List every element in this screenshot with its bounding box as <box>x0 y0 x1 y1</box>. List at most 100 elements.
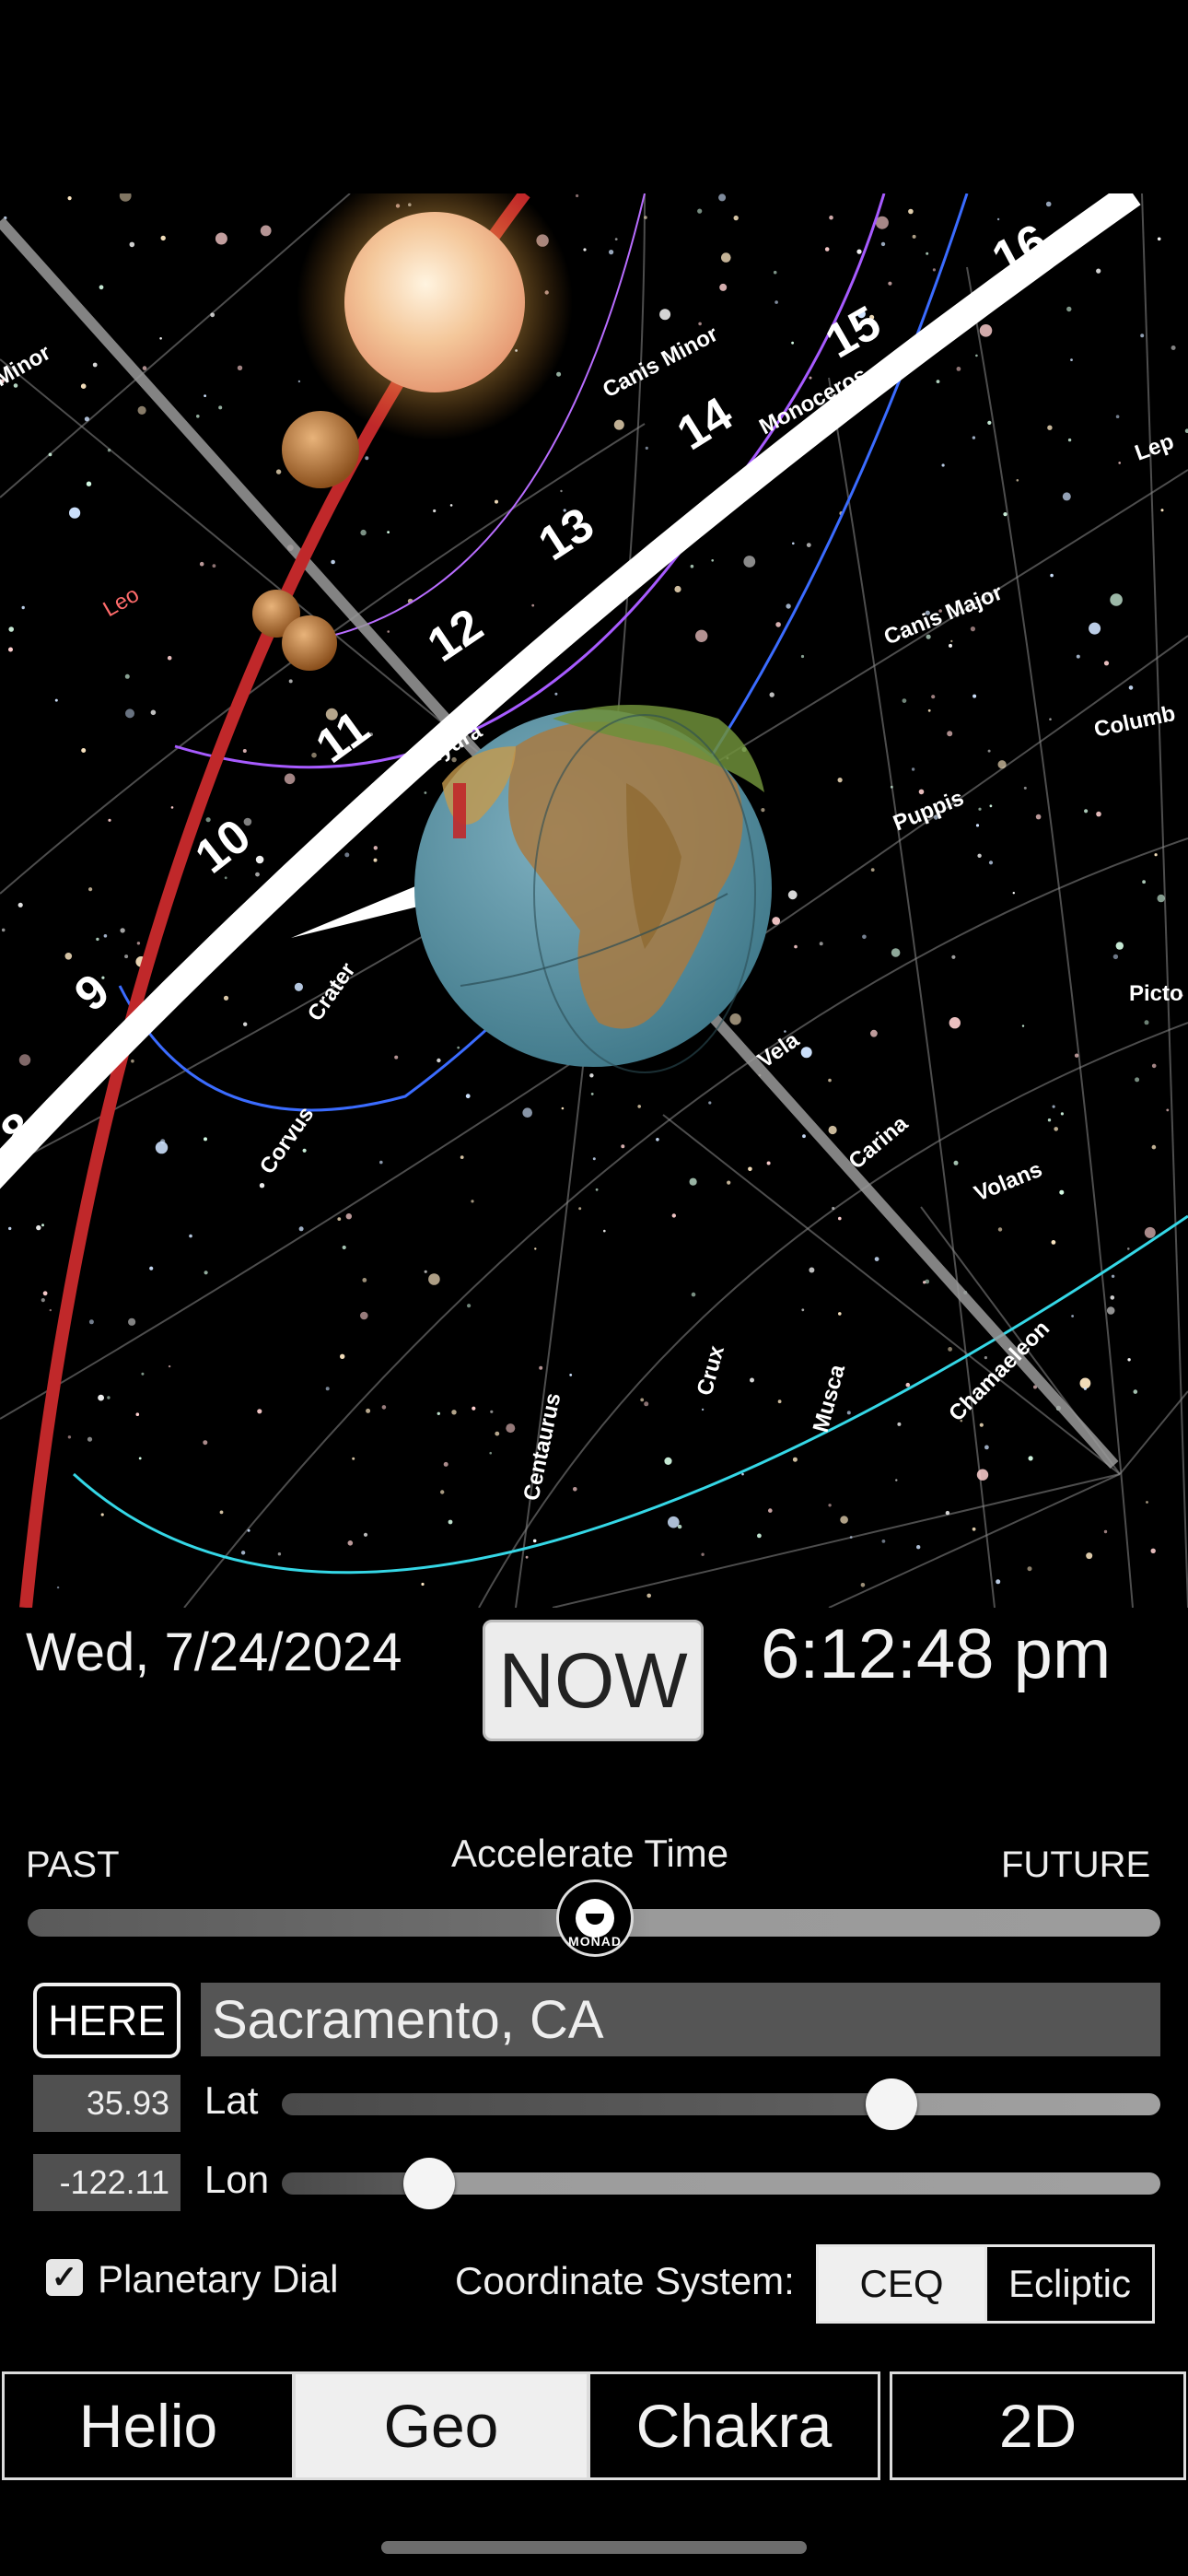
star <box>614 238 618 240</box>
star <box>1070 358 1073 361</box>
tab-helio[interactable]: Helio <box>2 2371 295 2480</box>
here-button[interactable]: HERE <box>33 1983 181 2058</box>
star <box>840 1516 848 1524</box>
tab-geo[interactable]: Geo <box>293 2371 589 2480</box>
star <box>621 1144 625 1149</box>
latitude-slider-knob[interactable] <box>866 2078 917 2130</box>
longitude-label: Lon <box>204 2158 270 2201</box>
star <box>829 215 833 220</box>
star <box>205 817 211 823</box>
star <box>988 861 994 865</box>
star <box>1074 1053 1079 1058</box>
star <box>743 556 756 568</box>
star <box>576 193 579 198</box>
star <box>277 1552 282 1556</box>
star <box>42 1291 48 1296</box>
star <box>895 1479 898 1481</box>
star <box>137 405 146 415</box>
coord-ecliptic-segment[interactable]: Ecliptic <box>985 2244 1155 2324</box>
star <box>379 1160 383 1165</box>
star <box>1052 1105 1055 1108</box>
star <box>1112 954 1119 960</box>
star <box>721 252 731 263</box>
sun-icon[interactable] <box>344 212 525 392</box>
star <box>1003 512 1007 517</box>
star <box>950 639 953 643</box>
star <box>1060 1112 1064 1116</box>
home-indicator[interactable] <box>381 2541 807 2554</box>
star <box>1154 853 1158 857</box>
constellation-label: Canis Minor <box>599 322 722 403</box>
star <box>948 1347 952 1352</box>
planet-icon[interactable] <box>282 615 337 671</box>
star <box>947 731 953 737</box>
star <box>1071 1315 1074 1317</box>
star <box>210 312 215 318</box>
star <box>979 324 993 337</box>
star <box>1016 479 1019 482</box>
latitude-slider[interactable] <box>282 2093 1160 2115</box>
star <box>489 1451 492 1455</box>
star <box>1083 1387 1087 1390</box>
latitude-value-field[interactable]: 35.93 <box>33 2075 181 2132</box>
star <box>88 887 93 892</box>
star <box>189 1234 192 1238</box>
star <box>437 1058 441 1063</box>
coord-ceq-segment[interactable]: CEQ <box>816 2244 987 2324</box>
location-input[interactable]: Sacramento, CA <box>201 1983 1160 2056</box>
star <box>87 1436 93 1442</box>
star <box>1054 1127 1058 1131</box>
star <box>1049 718 1052 720</box>
star <box>691 1292 696 1297</box>
star <box>360 529 367 536</box>
star <box>100 1513 104 1516</box>
star <box>1047 1118 1052 1122</box>
accelerate-time-label: Accelerate Time <box>451 1832 729 1875</box>
star <box>325 1387 330 1391</box>
star <box>1 928 6 932</box>
star <box>750 1377 754 1383</box>
longitude-value-field[interactable]: -122.11 <box>33 2154 181 2211</box>
star <box>107 449 111 452</box>
star <box>86 481 92 486</box>
star <box>926 252 929 255</box>
star <box>212 564 216 568</box>
star <box>1089 622 1101 635</box>
star <box>41 1224 44 1227</box>
star <box>554 692 558 696</box>
sky-canvas[interactable]: 8 9 10 11 12 13 14 15 16 Minor Leo Canis… <box>0 193 1188 1608</box>
star <box>8 626 14 632</box>
accelerate-time-knob[interactable]: MONAD <box>556 1879 634 1957</box>
star <box>204 1270 208 1275</box>
star <box>495 1431 500 1436</box>
now-button[interactable]: NOW <box>483 1620 704 1741</box>
future-label: FUTURE <box>1001 1844 1151 1885</box>
monad-logo-text: MONAD <box>568 1934 622 1949</box>
star <box>1171 345 1176 350</box>
star <box>733 215 739 221</box>
longitude-slider-knob[interactable] <box>403 2158 455 2209</box>
star <box>465 1094 471 1099</box>
star <box>21 605 25 610</box>
star <box>1118 462 1121 464</box>
star <box>49 1308 52 1312</box>
star <box>67 1435 72 1439</box>
star <box>677 1524 682 1529</box>
star <box>8 1226 12 1231</box>
planet-icon[interactable] <box>282 411 359 488</box>
star <box>243 817 252 826</box>
past-label: PAST <box>26 1844 120 1885</box>
constellation-label: Minor <box>0 340 55 392</box>
star <box>362 1278 367 1282</box>
star <box>729 1013 741 1025</box>
star <box>142 366 147 370</box>
star <box>159 337 162 340</box>
star <box>809 1267 815 1273</box>
star <box>340 1353 345 1360</box>
constellation-label: Crux <box>693 1342 729 1398</box>
star <box>927 708 931 712</box>
sky-view[interactable]: 8 9 10 11 12 13 14 15 16 Minor Leo Canis… <box>0 193 1188 1608</box>
planetary-dial-checkbox[interactable]: ✓ <box>46 2259 83 2296</box>
tab-2d[interactable]: 2D <box>890 2371 1186 2480</box>
tab-chakra[interactable]: Chakra <box>588 2371 880 2480</box>
